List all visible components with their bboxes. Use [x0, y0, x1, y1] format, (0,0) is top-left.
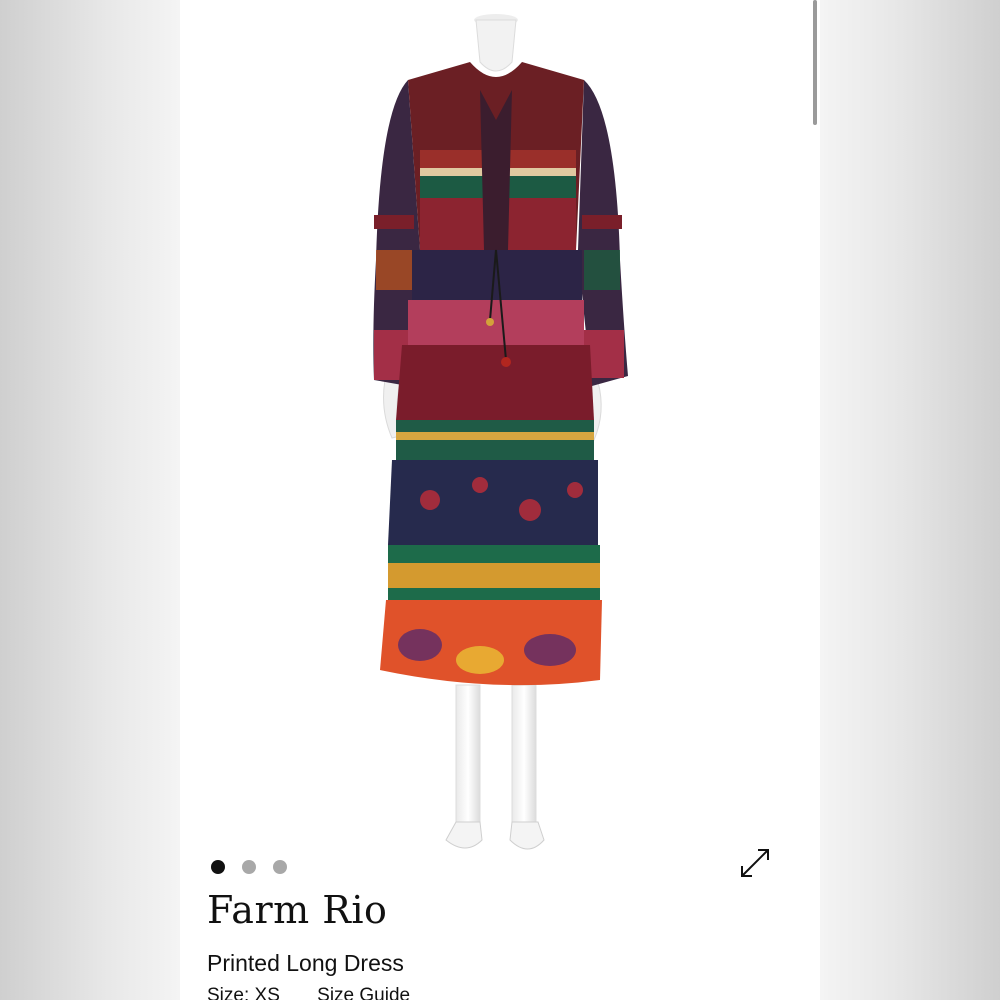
gallery-pagination — [211, 860, 287, 874]
background-blur-right — [820, 0, 1000, 1000]
gallery-dot-3[interactable] — [273, 860, 287, 874]
expand-image-button[interactable] — [735, 843, 775, 883]
printed-dress — [373, 62, 628, 686]
product-photo[interactable] — [180, 0, 820, 850]
size-label: Size: XS — [207, 985, 280, 1000]
gallery-dot-1[interactable] — [211, 860, 225, 874]
brand-name[interactable]: Farm Rio — [207, 888, 387, 932]
size-guide-link[interactable]: Size Guide — [317, 985, 410, 1000]
product-title: Printed Long Dress — [207, 950, 404, 976]
background-blur-left — [0, 0, 180, 1000]
gallery-dot-2[interactable] — [242, 860, 256, 874]
product-page: Farm Rio Printed Long Dress Size: XS Siz… — [180, 0, 820, 1000]
size-row: Size: XS Size Guide — [207, 985, 410, 1000]
expand-arrows-icon — [741, 849, 769, 877]
